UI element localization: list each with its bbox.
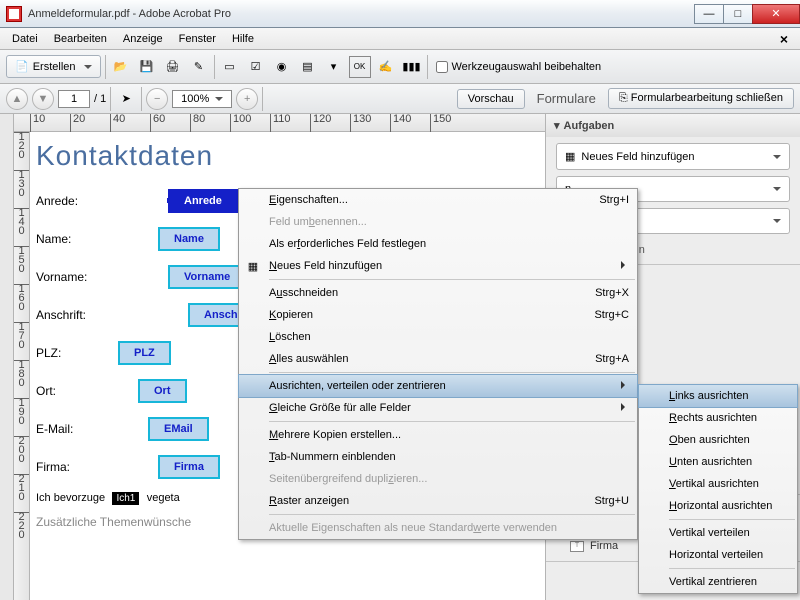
- ctx-new-field[interactable]: ▦Neues Feld hinzufügen: [239, 255, 637, 277]
- edit-icon[interactable]: ✎: [188, 56, 210, 78]
- menu-bearbeiten[interactable]: Bearbeiten: [46, 30, 115, 48]
- menu-datei[interactable]: Datei: [4, 30, 46, 48]
- dropdown-icon: [773, 155, 781, 163]
- ctx-tab-numbers[interactable]: Tab-Nummern einblenden: [239, 446, 637, 468]
- ctx-select-all[interactable]: Alles auswählenStrg+A: [239, 348, 637, 370]
- close-form-editing-button[interactable]: ⎘ Formularbearbeitung schließen: [608, 88, 794, 109]
- ctx-align[interactable]: Ausrichten, verteilen oder zentrieren: [238, 374, 638, 398]
- menu-bar: Datei Bearbeiten Anzeige Fenster Hilfe ×: [0, 28, 800, 50]
- tasks-header[interactable]: ▾Aufgaben: [546, 114, 800, 137]
- ctx-grid[interactable]: Raster anzeigenStrg+U: [239, 490, 637, 512]
- create-label: Erstellen: [33, 61, 76, 73]
- field-label: PLZ:: [36, 346, 108, 360]
- menu-anzeige[interactable]: Anzeige: [115, 30, 171, 48]
- window-title: Anmeldeformular.pdf - Adobe Acrobat Pro: [28, 8, 231, 20]
- form-field-anrede[interactable]: Anrede: [168, 189, 238, 213]
- context-menu: EEigenschaften...igenschaften...Strg+I F…: [238, 188, 638, 540]
- page-up-button[interactable]: ▲: [6, 88, 28, 110]
- field-label: Anschrift:: [36, 308, 108, 322]
- field-label: Name:: [36, 232, 108, 246]
- new-field-icon: ▦: [565, 150, 575, 163]
- form-field-name[interactable]: Name: [158, 227, 220, 251]
- ctx2-horizontal[interactable]: Horizontal ausrichten: [639, 495, 797, 517]
- check-field-ich1[interactable]: Ich1: [112, 492, 139, 505]
- ctx2-right[interactable]: Rechts ausrichten: [639, 407, 797, 429]
- close-button[interactable]: ✕: [752, 4, 800, 24]
- page-down-button[interactable]: ▼: [32, 88, 54, 110]
- button-tool-icon[interactable]: OK: [349, 56, 371, 78]
- form-field-email[interactable]: EMail: [148, 417, 209, 441]
- zoom-out-button[interactable]: −: [146, 88, 168, 110]
- zoom-input[interactable]: 100%: [172, 90, 232, 108]
- ctx-delete[interactable]: Löschen: [239, 326, 637, 348]
- form-field-ort[interactable]: Ort: [138, 379, 187, 403]
- title-bar: Anmeldeformular.pdf - Adobe Acrobat Pro …: [0, 0, 800, 28]
- toolbar-nav: ▲ ▼ 1 / 1 ➤ − 100% + Vorschau Formulare …: [0, 84, 800, 114]
- keep-tool-checkbox[interactable]: Werkzeugauswahl beibehalten: [436, 61, 602, 73]
- preview-button[interactable]: Vorschau: [457, 89, 525, 109]
- ctx2-vertical[interactable]: Vertikal ausrichten: [639, 473, 797, 495]
- maximize-button[interactable]: □: [723, 4, 753, 24]
- ctx-cut[interactable]: AusschneidenStrg+X: [239, 282, 637, 304]
- create-button[interactable]: 📄 Erstellen: [6, 55, 101, 78]
- ctx-same-size[interactable]: Gleiche Größe für alle Felder: [239, 397, 637, 419]
- ctx2-vdist[interactable]: Vertikal verteilen: [639, 522, 797, 544]
- ctx2-top[interactable]: Oben ausrichten: [639, 429, 797, 451]
- page-count: / 1: [94, 93, 106, 105]
- ctx2-left[interactable]: Links ausrichten: [638, 384, 798, 408]
- ctx-required[interactable]: Als erforderliches Feld festlegen: [239, 233, 637, 255]
- left-sidebar[interactable]: [0, 114, 14, 600]
- context-submenu-align: Links ausrichten Rechts ausrichten Oben …: [638, 384, 798, 594]
- print-icon[interactable]: 🖨: [162, 56, 184, 78]
- field-label: Anrede:: [36, 194, 108, 208]
- field-label: Ort:: [36, 384, 108, 398]
- close-doc-button[interactable]: ×: [768, 31, 800, 47]
- ctx-properties[interactable]: EEigenschaften...igenschaften...Strg+I: [239, 189, 637, 211]
- keep-tool-label: Werkzeugauswahl beibehalten: [452, 61, 602, 73]
- pointer-tool-icon[interactable]: ➤: [115, 88, 137, 110]
- keep-tool-input[interactable]: [436, 61, 448, 73]
- pdf-icon: [6, 6, 22, 22]
- field-label: E-Mail:: [36, 422, 108, 436]
- field-label: Vorname:: [36, 270, 108, 284]
- toolbar-main: 📄 Erstellen 📂 💾 🖨 ✎ ▭ ☑ ◉ ▤ ▾ OK ✍ ▮▮▮ W…: [0, 50, 800, 84]
- ctx2-hdist[interactable]: Horizontal verteilen: [639, 544, 797, 566]
- radio-tool-icon[interactable]: ◉: [271, 56, 293, 78]
- ruler-vertical: 1 2 01 3 01 4 01 5 01 6 01 7 01 8 01 9 0…: [14, 132, 30, 600]
- textfield-icon: T: [570, 541, 584, 552]
- ctx2-bottom[interactable]: Unten ausrichten: [639, 451, 797, 473]
- ctx2-vcenter[interactable]: Vertikal zentrieren: [639, 571, 797, 593]
- ctx-multi-copy[interactable]: Mehrere Kopien erstellen...: [239, 424, 637, 446]
- checkbox-tool-icon[interactable]: ☑: [245, 56, 267, 78]
- zoom-in-button[interactable]: +: [236, 88, 258, 110]
- listbox-tool-icon[interactable]: ▤: [297, 56, 319, 78]
- dropdown-icon: [84, 65, 92, 73]
- form-field-firma[interactable]: Firma: [158, 455, 220, 479]
- create-icon: 📄: [15, 60, 29, 73]
- ctx-copy[interactable]: KopierenStrg+C: [239, 304, 637, 326]
- menu-hilfe[interactable]: Hilfe: [224, 30, 262, 48]
- ruler-horizontal: 1020406080100110120130140150: [14, 114, 545, 132]
- menu-fenster[interactable]: Fenster: [171, 30, 224, 48]
- forms-label: Formulare: [529, 91, 604, 106]
- form-field-vorname[interactable]: Vorname: [168, 265, 246, 289]
- field-label: Firma:: [36, 460, 108, 474]
- open-icon[interactable]: 📂: [110, 56, 132, 78]
- form-field-plz[interactable]: PLZ: [118, 341, 171, 365]
- ctx-rename: Feld umbenennen...: [239, 211, 637, 233]
- ctx-defaults: Aktuelle Eigenschaften als neue Standard…: [239, 517, 637, 539]
- close-form-icon: ⎘: [619, 92, 631, 104]
- dropdown-tool-icon[interactable]: ▾: [323, 56, 345, 78]
- ctx-duplicate: Seitenübergreifend duplizieren...: [239, 468, 637, 490]
- barcode-tool-icon[interactable]: ▮▮▮: [401, 56, 423, 78]
- new-field-icon: ▦: [245, 260, 261, 273]
- new-field-button[interactable]: ▦ Neues Feld hinzufügen: [556, 143, 790, 170]
- textfield-tool-icon[interactable]: ▭: [219, 56, 241, 78]
- page-input[interactable]: 1: [58, 90, 90, 108]
- doc-heading: Kontaktdaten: [36, 140, 539, 172]
- minimize-button[interactable]: —: [694, 4, 724, 24]
- save-icon[interactable]: 💾: [136, 56, 158, 78]
- signature-tool-icon[interactable]: ✍: [375, 56, 397, 78]
